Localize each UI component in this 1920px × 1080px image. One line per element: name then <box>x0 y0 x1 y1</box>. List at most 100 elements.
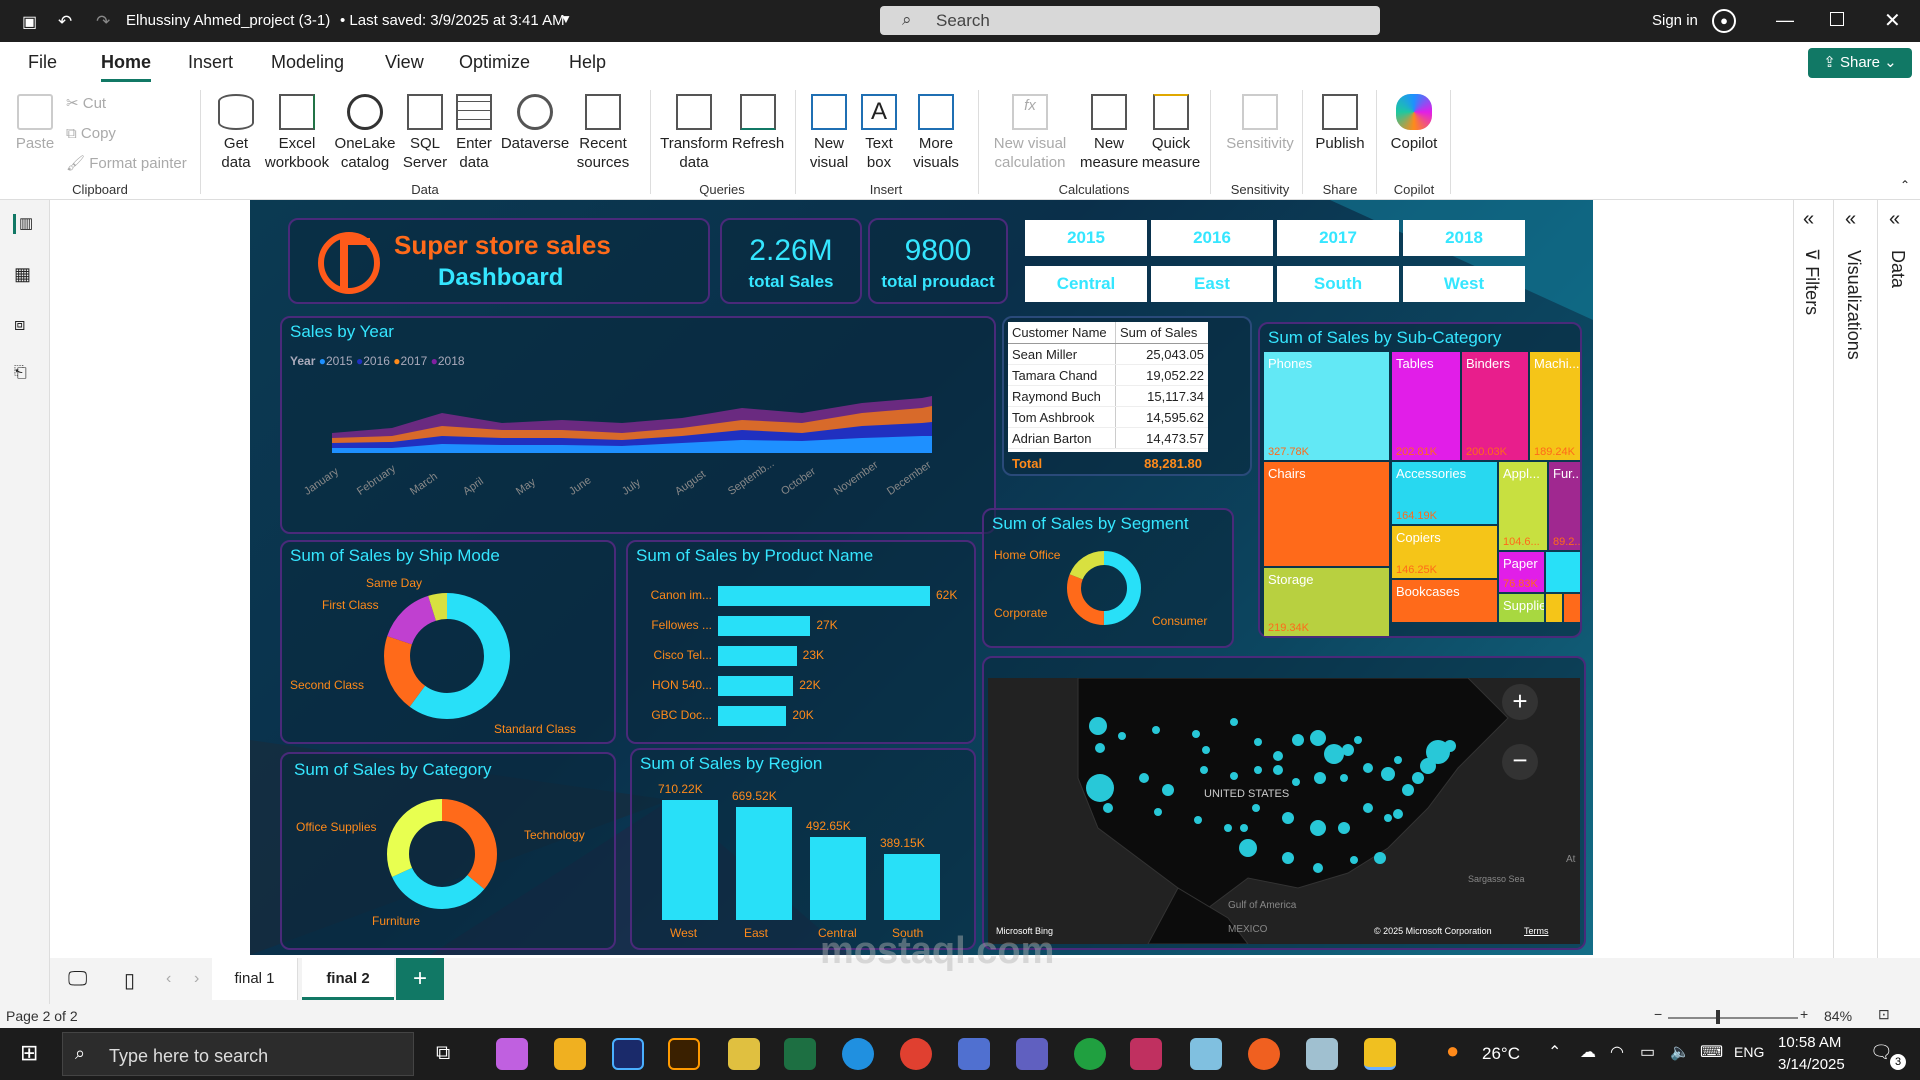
region-bar[interactable] <box>662 800 718 920</box>
page-tab-final-1[interactable]: final 1 <box>212 958 298 1000</box>
map-dot[interactable] <box>1239 839 1257 857</box>
new-measure-button[interactable]: New measure <box>1080 94 1138 172</box>
mobile-layout-icon[interactable]: ▯ <box>124 968 135 993</box>
report-view-icon[interactable]: ▥ <box>13 214 35 234</box>
map-dot[interactable] <box>1192 730 1200 738</box>
ship-mode-card[interactable]: Sum of Sales by Ship Mode Same Day First… <box>280 540 616 744</box>
minimize-icon[interactable]: — <box>1776 10 1794 31</box>
map-dot[interactable] <box>1252 804 1260 812</box>
cut-button[interactable]: ✂ Cut <box>66 94 106 113</box>
app-icon-3[interactable] <box>1130 1038 1162 1070</box>
paste-button[interactable]: Paste <box>12 94 58 153</box>
table-row[interactable]: Sean Miller 25,043.05 <box>1008 344 1208 365</box>
treemap-tile[interactable]: Paper 76.83K <box>1499 552 1544 592</box>
map-dot[interactable] <box>1354 736 1362 744</box>
battery-icon[interactable]: ▭ <box>1640 1042 1655 1062</box>
region-bar[interactable] <box>736 806 792 920</box>
map-dot[interactable] <box>1282 812 1294 824</box>
photoshop-icon[interactable] <box>612 1038 644 1070</box>
map-dot[interactable] <box>1338 822 1350 834</box>
treemap-tile[interactable]: Bookcases <box>1392 580 1497 622</box>
new-visual-calc-button[interactable]: fx New visual calculation <box>988 94 1072 172</box>
map-dot[interactable] <box>1324 744 1344 764</box>
treemap-tile[interactable]: Supplies <box>1499 594 1544 622</box>
table-view-icon[interactable]: ▦ <box>14 264 31 285</box>
treemap-tile[interactable]: Appl... 104.6... <box>1499 462 1547 550</box>
wifi-icon[interactable]: ◠ <box>1610 1042 1624 1062</box>
fit-page-icon[interactable]: ⊡ <box>1878 1006 1890 1023</box>
map-dot[interactable] <box>1202 746 1210 754</box>
map-dot[interactable] <box>1139 773 1149 783</box>
slicer-year-2015[interactable]: 2015 <box>1025 220 1147 256</box>
map-dot[interactable] <box>1240 824 1248 832</box>
table-row[interactable]: Raymond Buch 15,117.34 <box>1008 386 1208 407</box>
map-dot[interactable] <box>1152 726 1160 734</box>
zoom-out-icon[interactable]: − <box>1654 1006 1662 1022</box>
search-input[interactable]: ⌕ Search <box>880 6 1380 35</box>
map-dot[interactable] <box>1282 852 1294 864</box>
header-customer-name[interactable]: Customer Name <box>1008 322 1116 343</box>
map-dot[interactable] <box>1103 803 1113 813</box>
menu-view[interactable]: View <box>385 52 424 73</box>
save-icon[interactable]: ▣ <box>22 12 37 32</box>
slicer-year-2016[interactable]: 2016 <box>1151 220 1273 256</box>
treemap-tile[interactable] <box>1546 552 1580 592</box>
map-dot[interactable] <box>1363 763 1373 773</box>
app-icon[interactable] <box>728 1038 760 1070</box>
map-dot[interactable] <box>1363 803 1373 813</box>
clock-date[interactable]: 3/14/2025 <box>1778 1056 1845 1073</box>
map-dot[interactable] <box>1273 765 1283 775</box>
slicer-region-central[interactable]: Central <box>1025 266 1147 302</box>
treemap-tile[interactable]: Copiers 146.25K <box>1392 526 1497 578</box>
product-bar[interactable] <box>718 586 930 606</box>
dataverse-button[interactable]: Dataverse <box>500 94 570 153</box>
treemap-tile[interactable] <box>1564 594 1580 622</box>
more-visuals-button[interactable]: More visuals <box>902 94 970 172</box>
map-dot[interactable] <box>1224 824 1232 832</box>
recent-sources-button[interactable]: Recent sources <box>570 94 636 172</box>
chrome-icon[interactable] <box>900 1038 932 1070</box>
undo-icon[interactable]: ↶ <box>58 12 72 32</box>
next-page-icon[interactable]: › <box>194 970 199 988</box>
map-dot[interactable] <box>1118 732 1126 740</box>
map-dot[interactable] <box>1254 738 1262 746</box>
map-dot[interactable] <box>1089 717 1107 735</box>
map-dot[interactable] <box>1230 772 1238 780</box>
account-icon[interactable]: ● <box>1712 9 1736 33</box>
sales-by-year-card[interactable]: Sales by Year Year ●2015 ●2016 ●2017 ●20… <box>280 316 996 534</box>
new-visual-button[interactable]: New visual <box>805 94 853 172</box>
slicer-year-2017[interactable]: 2017 <box>1277 220 1399 256</box>
map-dot[interactable] <box>1394 756 1402 764</box>
edge-icon[interactable] <box>842 1038 874 1070</box>
product-bar[interactable] <box>718 616 811 636</box>
chevron-down-icon[interactable]: ▼ <box>560 12 572 26</box>
map-card[interactable]: UNITED STATES Gulf of America Sargasso S… <box>982 656 1586 950</box>
app-icon-6[interactable] <box>1306 1038 1338 1070</box>
temperature[interactable]: 26°C <box>1482 1044 1520 1064</box>
map-dot[interactable] <box>1292 734 1304 746</box>
map-dot[interactable] <box>1194 816 1202 824</box>
upwork-icon[interactable] <box>1074 1038 1106 1070</box>
menu-optimize[interactable]: Optimize <box>459 52 530 73</box>
maximize-icon[interactable] <box>1830 12 1844 26</box>
zoom-in-button[interactable]: + <box>1502 684 1538 720</box>
add-page-button[interactable]: + <box>396 958 444 1000</box>
format-painter-button[interactable]: 🖌 Format painter <box>66 154 187 173</box>
onedrive-icon[interactable]: ☁ <box>1580 1042 1596 1062</box>
excel-app-icon[interactable] <box>784 1038 816 1070</box>
map-dot[interactable] <box>1154 808 1162 816</box>
kpi-total-product[interactable]: 9800 total proudact <box>868 218 1008 304</box>
sensitivity-button[interactable]: Sensitivity <box>1220 94 1300 153</box>
map-dot[interactable] <box>1273 751 1283 761</box>
app-icon-2[interactable] <box>958 1038 990 1070</box>
category-card[interactable]: Sum of Sales by Category Office Supplies… <box>280 752 616 950</box>
onelake-button[interactable]: OneLake catalog <box>334 94 396 172</box>
dax-view-icon[interactable]: ⎗ <box>14 364 27 382</box>
refresh-button[interactable]: Refresh <box>730 94 786 153</box>
map[interactable]: UNITED STATES Gulf of America Sargasso S… <box>988 678 1580 944</box>
treemap-tile[interactable]: Fur... 89.2... <box>1549 462 1580 550</box>
publish-button[interactable]: Publish <box>1312 94 1368 153</box>
file-explorer-icon[interactable] <box>554 1038 586 1070</box>
enter-data-button[interactable]: Enter data <box>452 94 496 172</box>
close-icon[interactable]: ✕ <box>1884 8 1901 33</box>
